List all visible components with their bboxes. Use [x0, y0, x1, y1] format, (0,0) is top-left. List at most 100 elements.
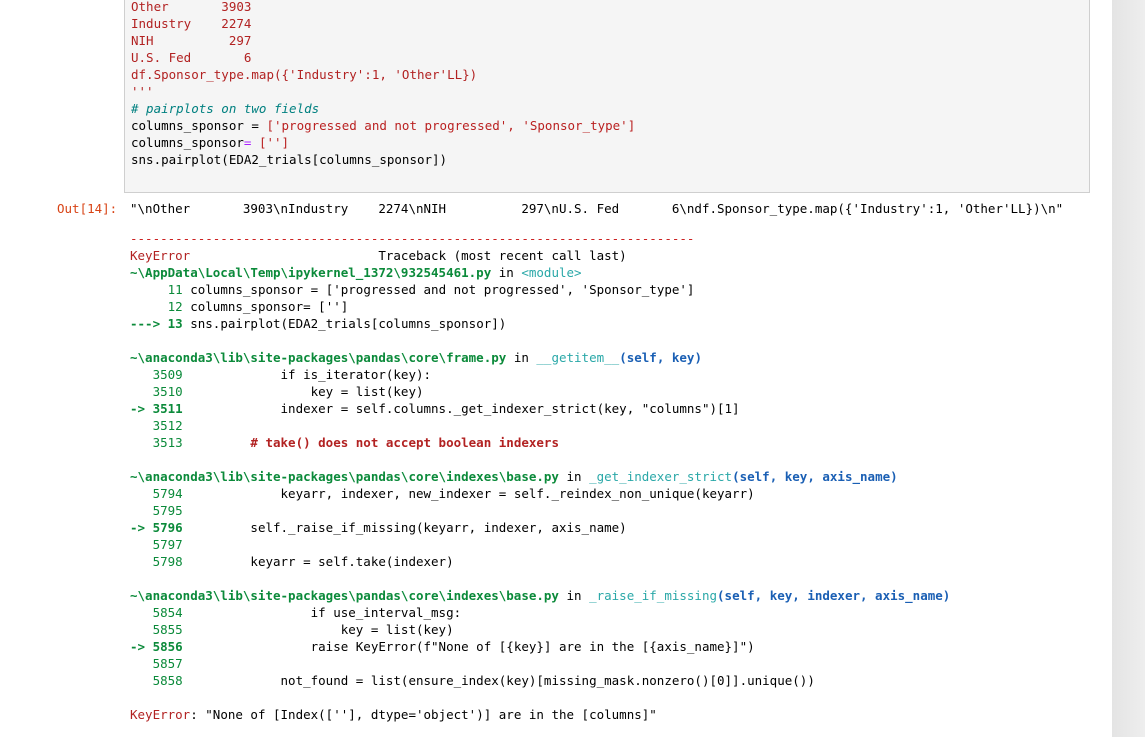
- source-code: not_found = list(ensure_index(key)[missi…: [182, 673, 815, 688]
- frame-function-name: __getitem__: [536, 350, 620, 365]
- line-number: 5854: [152, 605, 183, 620]
- current-line-marker: [130, 384, 153, 399]
- current-line-marker: [130, 418, 153, 433]
- current-line-marker: [130, 435, 153, 450]
- source-code: key = list(key): [182, 622, 454, 637]
- frame-function-name: <module>: [521, 265, 582, 280]
- frame-in-word: in: [558, 469, 590, 484]
- source-code: if use_interval_msg:: [182, 605, 462, 620]
- traceback-source-line: 3509 if is_iterator(key):: [130, 366, 431, 383]
- line-number: 5795: [152, 503, 183, 518]
- current-line-marker: [130, 537, 153, 552]
- frame-file-path[interactable]: ~\AppData\Local\Temp\ipykernel_1372\9325…: [130, 265, 491, 280]
- current-line-marker: ->: [130, 520, 153, 535]
- source-code: keyarr = self.take(indexer): [182, 554, 454, 569]
- code-line: U.S. Fed 6: [131, 50, 252, 65]
- traceback-source-line: ---> 13 sns.pairplot(EDA2_trials[columns…: [130, 315, 506, 332]
- code-string: ['progressed and not progressed', 'Spons…: [266, 118, 636, 133]
- source-code: key = list(key): [182, 384, 424, 399]
- code-line: Industry 2274: [131, 16, 252, 31]
- code-token: columns_sponsor =: [131, 118, 267, 133]
- code-token: columns_sponsor: [131, 135, 244, 150]
- current-line-marker: [130, 554, 153, 569]
- line-number: 5794: [152, 486, 183, 501]
- code-line: columns_sponsor = ['progressed and not p…: [131, 117, 635, 134]
- current-line-marker: [130, 367, 153, 382]
- line-number: 5797: [152, 537, 183, 552]
- frame-file-path[interactable]: ~\anaconda3\lib\site-packages\pandas\cor…: [130, 469, 559, 484]
- current-line-marker: [130, 503, 153, 518]
- line-number: 5856: [152, 639, 183, 654]
- traceback-source-line: 5798 keyarr = self.take(indexer): [130, 553, 454, 570]
- frame-function-name: _get_indexer_strict: [589, 469, 733, 484]
- source-code: raise KeyError(f"None of [{key}] are in …: [182, 639, 755, 654]
- code-line: df.Sponsor_type.map({'Industry':1, 'Othe…: [131, 67, 478, 82]
- source-code: sns.pairplot(EDA2_trials[columns_sponsor…: [182, 316, 507, 331]
- frame-header: ~\anaconda3\lib\site-packages\pandas\cor…: [130, 468, 898, 485]
- current-line-marker: --->: [130, 316, 168, 331]
- frame-file-path[interactable]: ~\anaconda3\lib\site-packages\pandas\cor…: [130, 588, 559, 603]
- line-number: 5857: [152, 656, 183, 671]
- current-line-marker: ->: [130, 639, 153, 654]
- frame-function-args: (self, key, axis_name): [732, 469, 898, 484]
- code-line: sns.pairplot(EDA2_trials[columns_sponsor…: [131, 152, 448, 167]
- traceback-source-line: 3512: [130, 417, 183, 434]
- line-number: 3513: [152, 435, 183, 450]
- line-number: 5855: [152, 622, 183, 637]
- line-number: 12: [167, 299, 183, 314]
- current-line-marker: [130, 673, 153, 688]
- traceback-source-line: 5795: [130, 502, 183, 519]
- code-comment: # pairplots on two fields: [131, 101, 320, 116]
- frame-in-word: in: [558, 588, 590, 603]
- code-line: Other 3903: [131, 0, 252, 14]
- output-value: "\nOther 3903\nIndustry 2274\nNIH 297\nU…: [130, 201, 1064, 216]
- final-error-message: : "None of [Index([''], dtype='object')]…: [190, 707, 657, 722]
- line-number: 3511: [152, 401, 183, 416]
- code-string: ['']: [258, 135, 290, 150]
- code-line: columns_sponsor= ['']: [131, 134, 289, 151]
- current-line-marker: [130, 299, 168, 314]
- code-line: ''': [131, 84, 154, 99]
- traceback-source-line: 5855 key = list(key): [130, 621, 454, 638]
- frame-header: ~\anaconda3\lib\site-packages\pandas\cor…: [130, 349, 702, 366]
- traceback-source-line: 5857: [130, 655, 183, 672]
- line-number: 5798: [152, 554, 183, 569]
- error-name: KeyError: [130, 248, 191, 263]
- traceback-source-line: 5797: [130, 536, 183, 553]
- frame-in-word: in: [491, 265, 522, 280]
- traceback-source-line: 11 columns_sponsor = ['progressed and no…: [130, 281, 695, 298]
- source-code: if is_iterator(key):: [182, 367, 432, 382]
- traceback-source-line: -> 3511 indexer = self.columns._get_inde…: [130, 400, 740, 417]
- code-input-cell[interactable]: Other 3903 Industry 2274 NIH 297 U.S. Fe…: [124, 0, 1090, 193]
- source-code: indexer = self.columns._get_indexer_stri…: [182, 401, 740, 416]
- traceback-source-line: -> 5856 raise KeyError(f"None of [{key}]…: [130, 638, 755, 655]
- traceback-label: Traceback (most recent call last): [190, 248, 627, 263]
- final-error-name: KeyError: [130, 707, 191, 722]
- current-line-marker: [130, 486, 153, 501]
- frame-header: ~\anaconda3\lib\site-packages\pandas\cor…: [130, 587, 950, 604]
- frame-function-name: _raise_if_missing: [589, 588, 718, 603]
- source-code: columns_sponsor = ['progressed and not p…: [182, 282, 695, 297]
- code-operator: =: [243, 135, 259, 150]
- current-line-marker: [130, 656, 153, 671]
- output-prompt: Out[14]:: [57, 201, 118, 216]
- traceback-source-line: 12 columns_sponsor= ['']: [130, 298, 349, 315]
- traceback-source-line: 3513 # take() does not accept boolean in…: [130, 434, 559, 451]
- code-line: NIH 297: [131, 33, 252, 48]
- frame-function-args: (self, key): [619, 350, 702, 365]
- traceback-source-line: 3510 key = list(key): [130, 383, 424, 400]
- traceback-source-line: 5858 not_found = list(ensure_index(key)[…: [130, 672, 815, 689]
- current-line-marker: [130, 605, 153, 620]
- traceback-header: KeyError Traceback (most recent call las…: [130, 247, 627, 264]
- line-number: 11: [167, 282, 183, 297]
- traceback-separator: ----------------------------------------…: [130, 231, 695, 246]
- frame-file-path[interactable]: ~\anaconda3\lib\site-packages\pandas\cor…: [130, 350, 506, 365]
- line-number: 3509: [152, 367, 183, 382]
- line-number: 13: [167, 316, 183, 331]
- current-line-marker: ->: [130, 401, 153, 416]
- frame-function-args: (self, key, indexer, axis_name): [717, 588, 951, 603]
- source-code: # take() does not accept boolean indexer…: [182, 435, 559, 450]
- traceback-source-line: 5794 keyarr, indexer, new_indexer = self…: [130, 485, 755, 502]
- final-error-line: KeyError: "None of [Index([''], dtype='o…: [130, 706, 657, 723]
- traceback-source-line: 5854 if use_interval_msg:: [130, 604, 462, 621]
